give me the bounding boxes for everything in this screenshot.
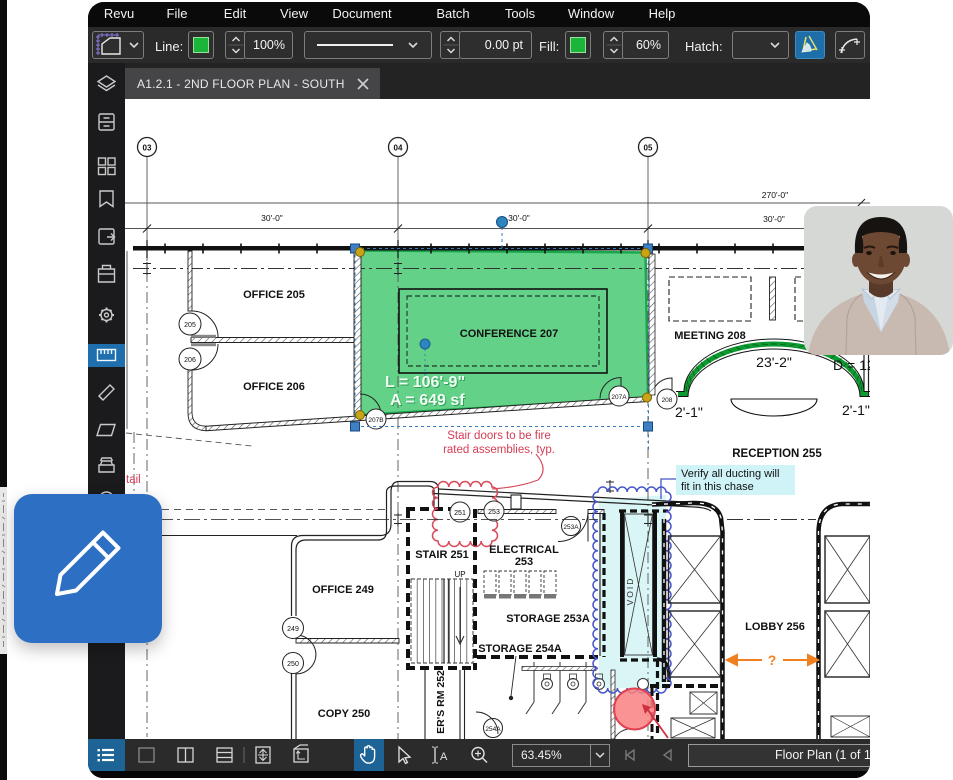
svg-text:STORAGE 254A: STORAGE 254A	[478, 643, 562, 655]
svg-text:OFFICE 249: OFFICE 249	[312, 584, 374, 596]
svg-text:206: 206	[184, 357, 196, 364]
svg-text:A: A	[440, 751, 448, 763]
svg-text:249: 249	[287, 626, 299, 633]
svg-text:2'-1": 2'-1"	[675, 404, 703, 420]
svg-text:207B: 207B	[368, 417, 383, 424]
svg-text:Verify all ducting will: Verify all ducting will	[681, 468, 779, 480]
svg-text:03: 03	[143, 144, 152, 153]
svg-text:2'-1": 2'-1"	[842, 402, 870, 418]
svg-text:OFFICE 205: OFFICE 205	[243, 289, 305, 301]
svg-text:OFFICE 206: OFFICE 206	[243, 381, 305, 393]
svg-text:208: 208	[662, 397, 673, 404]
svg-text:207A: 207A	[611, 394, 627, 401]
svg-text:A = 649 sf: A = 649 sf	[390, 392, 465, 409]
svg-text:rated assemblies, typ.: rated assemblies, typ.	[443, 444, 555, 456]
svg-text:30'-0": 30'-0"	[508, 213, 530, 223]
svg-text:Stair doors to be fire: Stair doors to be fire	[447, 430, 551, 442]
svg-text:253: 253	[515, 556, 533, 568]
svg-text:L = 106'-9": L = 106'-9"	[385, 374, 465, 391]
svg-text:VOID: VOID	[625, 577, 635, 606]
svg-text:250: 250	[287, 661, 299, 668]
svg-text:04: 04	[394, 144, 403, 153]
svg-text:UP: UP	[454, 570, 465, 579]
svg-text:STAIR 251: STAIR 251	[415, 549, 469, 561]
svg-text:30'-0": 30'-0"	[763, 214, 785, 224]
svg-text:205: 205	[184, 322, 196, 329]
svg-text:D = 12: D = 12	[833, 357, 870, 373]
svg-text:STORAGE 253A: STORAGE 253A	[506, 613, 590, 625]
svg-text:ELECTRICAL: ELECTRICAL	[489, 544, 559, 556]
svg-text:30'-0": 30'-0"	[261, 213, 283, 223]
svg-text:254A: 254A	[485, 726, 501, 733]
svg-text:CONFERENCE 207: CONFERENCE 207	[460, 328, 558, 340]
svg-text:ER'S RM 252: ER'S RM 252	[435, 670, 447, 734]
svg-text:fit in this chase: fit in this chase	[681, 481, 754, 493]
svg-text:253: 253	[488, 509, 500, 516]
svg-text:270'-0": 270'-0"	[762, 190, 788, 200]
svg-text:253A: 253A	[563, 524, 579, 531]
svg-text:LOBBY 256: LOBBY 256	[745, 621, 805, 633]
svg-text:05: 05	[644, 144, 653, 153]
svg-text:251: 251	[454, 510, 466, 517]
svg-text:RECEPTION 255: RECEPTION 255	[732, 448, 822, 460]
svg-text:23'-2": 23'-2"	[756, 354, 792, 370]
svg-text:tail: tail	[126, 474, 141, 486]
svg-text:MEETING 208: MEETING 208	[674, 330, 746, 342]
svg-text:?: ?	[768, 652, 777, 668]
svg-text:COPY 250: COPY 250	[318, 708, 370, 720]
